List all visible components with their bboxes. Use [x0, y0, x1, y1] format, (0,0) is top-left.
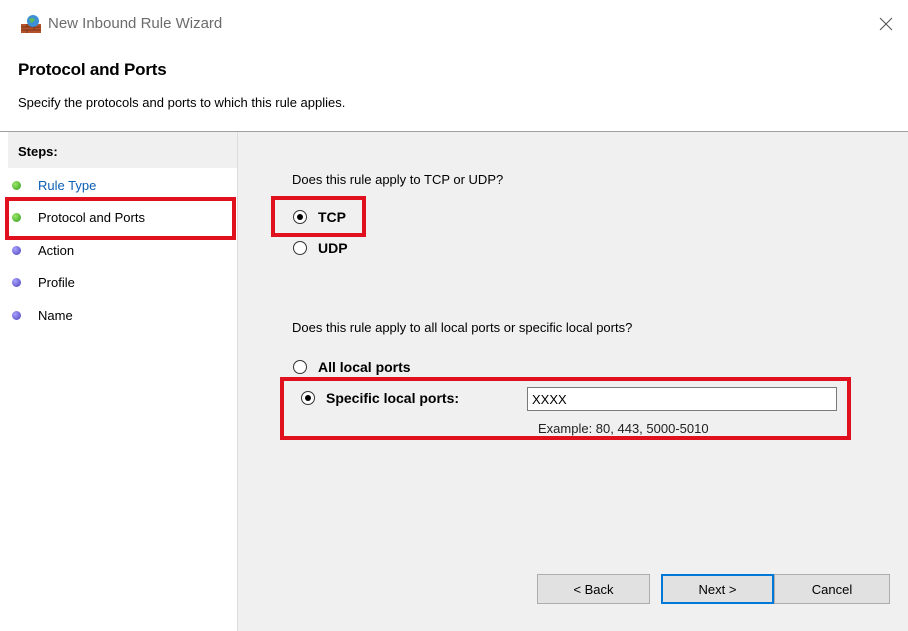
step-pending-icon: [12, 245, 21, 255]
radio-selected-icon: [301, 391, 315, 405]
close-button[interactable]: [864, 6, 908, 42]
step-protocol-and-ports[interactable]: Protocol and Ports: [8, 205, 237, 229]
steps-panel: Steps: Rule Type Protocol and Ports Acti…: [8, 132, 238, 631]
left-edge: [0, 132, 8, 631]
specific-ports-input[interactable]: [527, 387, 837, 411]
content-panel: Does this rule apply to TCP or UDP? TCP …: [238, 132, 908, 631]
radio-unselected-icon: [293, 241, 307, 255]
step-label: Name: [38, 307, 73, 323]
step-name[interactable]: Name: [8, 303, 237, 327]
all-local-ports-radio[interactable]: All local ports: [293, 359, 411, 375]
step-complete-icon: [12, 212, 21, 222]
all-local-ports-label: All local ports: [318, 359, 411, 375]
specific-local-ports-radio[interactable]: Specific local ports:: [301, 390, 459, 406]
firewall-icon: [20, 14, 42, 34]
ports-question: Does this rule apply to all local ports …: [292, 320, 633, 335]
close-icon: [879, 17, 893, 31]
tcp-radio[interactable]: TCP: [293, 209, 346, 225]
step-action[interactable]: Action: [8, 238, 237, 262]
step-label: Rule Type: [38, 177, 97, 193]
window-title: New Inbound Rule Wizard: [48, 15, 223, 32]
step-profile[interactable]: Profile: [8, 270, 237, 294]
udp-label: UDP: [318, 240, 348, 256]
radio-unselected-icon: [293, 360, 307, 374]
page-title: Protocol and Ports: [18, 60, 167, 79]
ports-example: Example: 80, 443, 5000-5010: [538, 421, 709, 436]
step-label: Action: [38, 242, 75, 258]
step-rule-type[interactable]: Rule Type: [8, 173, 237, 197]
specific-local-ports-label: Specific local ports:: [326, 390, 460, 406]
step-label: Profile: [38, 274, 75, 290]
step-pending-icon: [12, 310, 21, 320]
wizard-window: New Inbound Rule Wizard Protocol and Por…: [0, 0, 908, 631]
cancel-button[interactable]: Cancel: [774, 574, 890, 604]
step-pending-icon: [12, 277, 21, 287]
tcp-label: TCP: [318, 209, 346, 225]
radio-selected-icon: [293, 210, 307, 224]
wizard-header: Protocol and Ports Specify the protocols…: [0, 48, 908, 132]
back-button[interactable]: < Back: [537, 574, 650, 604]
udp-radio[interactable]: UDP: [293, 240, 348, 256]
title-bar: New Inbound Rule Wizard: [0, 0, 908, 48]
steps-heading: Steps:: [18, 144, 58, 159]
page-subtitle: Specify the protocols and ports to which…: [18, 95, 346, 110]
step-complete-icon: [12, 180, 21, 190]
next-button[interactable]: Next >: [661, 574, 774, 604]
step-label: Protocol and Ports: [38, 209, 145, 225]
protocol-question: Does this rule apply to TCP or UDP?: [292, 172, 504, 187]
